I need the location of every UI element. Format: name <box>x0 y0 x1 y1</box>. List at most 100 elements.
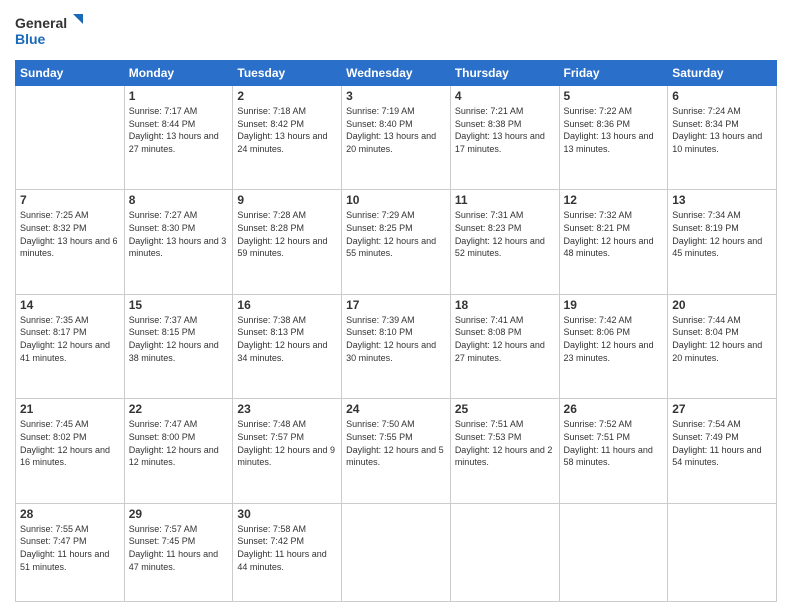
calendar-cell: 9 Sunrise: 7:28 AMSunset: 8:28 PMDayligh… <box>233 190 342 294</box>
day-info: Sunrise: 7:38 AMSunset: 8:13 PMDaylight:… <box>237 314 337 364</box>
day-info: Sunrise: 7:19 AMSunset: 8:40 PMDaylight:… <box>346 105 446 155</box>
calendar-cell <box>16 86 125 190</box>
day-info: Sunrise: 7:18 AMSunset: 8:42 PMDaylight:… <box>237 105 337 155</box>
day-info: Sunrise: 7:34 AMSunset: 8:19 PMDaylight:… <box>672 209 772 259</box>
calendar-cell: 21 Sunrise: 7:45 AMSunset: 8:02 PMDaylig… <box>16 399 125 503</box>
day-info: Sunrise: 7:57 AMSunset: 7:45 PMDaylight:… <box>129 523 229 573</box>
calendar-cell: 1 Sunrise: 7:17 AMSunset: 8:44 PMDayligh… <box>124 86 233 190</box>
day-number: 29 <box>129 507 229 521</box>
day-number: 5 <box>564 89 664 103</box>
calendar-week-row: 28 Sunrise: 7:55 AMSunset: 7:47 PMDaylig… <box>16 503 777 601</box>
day-info: Sunrise: 7:58 AMSunset: 7:42 PMDaylight:… <box>237 523 337 573</box>
day-number: 24 <box>346 402 446 416</box>
day-info: Sunrise: 7:45 AMSunset: 8:02 PMDaylight:… <box>20 418 120 468</box>
calendar-cell: 25 Sunrise: 7:51 AMSunset: 7:53 PMDaylig… <box>450 399 559 503</box>
day-number: 4 <box>455 89 555 103</box>
calendar-cell: 29 Sunrise: 7:57 AMSunset: 7:45 PMDaylig… <box>124 503 233 601</box>
calendar-cell: 22 Sunrise: 7:47 AMSunset: 8:00 PMDaylig… <box>124 399 233 503</box>
day-number: 22 <box>129 402 229 416</box>
day-info: Sunrise: 7:32 AMSunset: 8:21 PMDaylight:… <box>564 209 664 259</box>
calendar-cell: 23 Sunrise: 7:48 AMSunset: 7:57 PMDaylig… <box>233 399 342 503</box>
calendar-cell: 27 Sunrise: 7:54 AMSunset: 7:49 PMDaylig… <box>668 399 777 503</box>
day-number: 27 <box>672 402 772 416</box>
calendar-cell: 6 Sunrise: 7:24 AMSunset: 8:34 PMDayligh… <box>668 86 777 190</box>
day-info: Sunrise: 7:48 AMSunset: 7:57 PMDaylight:… <box>237 418 337 468</box>
calendar-cell: 2 Sunrise: 7:18 AMSunset: 8:42 PMDayligh… <box>233 86 342 190</box>
calendar-header-wednesday: Wednesday <box>342 61 451 86</box>
page: General Blue SundayMondayTuesdayWednesda… <box>0 0 792 612</box>
day-info: Sunrise: 7:54 AMSunset: 7:49 PMDaylight:… <box>672 418 772 468</box>
day-number: 1 <box>129 89 229 103</box>
day-info: Sunrise: 7:27 AMSunset: 8:30 PMDaylight:… <box>129 209 229 259</box>
calendar-header-monday: Monday <box>124 61 233 86</box>
day-info: Sunrise: 7:29 AMSunset: 8:25 PMDaylight:… <box>346 209 446 259</box>
calendar-week-row: 21 Sunrise: 7:45 AMSunset: 8:02 PMDaylig… <box>16 399 777 503</box>
day-info: Sunrise: 7:55 AMSunset: 7:47 PMDaylight:… <box>20 523 120 573</box>
day-number: 10 <box>346 193 446 207</box>
calendar-header-row: SundayMondayTuesdayWednesdayThursdayFrid… <box>16 61 777 86</box>
day-info: Sunrise: 7:25 AMSunset: 8:32 PMDaylight:… <box>20 209 120 259</box>
calendar-cell: 17 Sunrise: 7:39 AMSunset: 8:10 PMDaylig… <box>342 294 451 398</box>
calendar-cell: 18 Sunrise: 7:41 AMSunset: 8:08 PMDaylig… <box>450 294 559 398</box>
logo-svg: General Blue <box>15 10 85 52</box>
day-number: 13 <box>672 193 772 207</box>
day-number: 2 <box>237 89 337 103</box>
day-info: Sunrise: 7:21 AMSunset: 8:38 PMDaylight:… <box>455 105 555 155</box>
day-number: 30 <box>237 507 337 521</box>
calendar-cell <box>450 503 559 601</box>
calendar-week-row: 14 Sunrise: 7:35 AMSunset: 8:17 PMDaylig… <box>16 294 777 398</box>
day-number: 12 <box>564 193 664 207</box>
day-info: Sunrise: 7:47 AMSunset: 8:00 PMDaylight:… <box>129 418 229 468</box>
calendar-cell: 3 Sunrise: 7:19 AMSunset: 8:40 PMDayligh… <box>342 86 451 190</box>
day-number: 6 <box>672 89 772 103</box>
day-number: 15 <box>129 298 229 312</box>
day-info: Sunrise: 7:44 AMSunset: 8:04 PMDaylight:… <box>672 314 772 364</box>
logo: General Blue <box>15 10 85 52</box>
day-number: 26 <box>564 402 664 416</box>
day-info: Sunrise: 7:22 AMSunset: 8:36 PMDaylight:… <box>564 105 664 155</box>
calendar-header-tuesday: Tuesday <box>233 61 342 86</box>
calendar-header-saturday: Saturday <box>668 61 777 86</box>
calendar-header-friday: Friday <box>559 61 668 86</box>
calendar-cell: 24 Sunrise: 7:50 AMSunset: 7:55 PMDaylig… <box>342 399 451 503</box>
day-number: 3 <box>346 89 446 103</box>
calendar-cell: 19 Sunrise: 7:42 AMSunset: 8:06 PMDaylig… <box>559 294 668 398</box>
day-number: 21 <box>20 402 120 416</box>
day-number: 14 <box>20 298 120 312</box>
day-info: Sunrise: 7:50 AMSunset: 7:55 PMDaylight:… <box>346 418 446 468</box>
calendar-week-row: 1 Sunrise: 7:17 AMSunset: 8:44 PMDayligh… <box>16 86 777 190</box>
day-info: Sunrise: 7:39 AMSunset: 8:10 PMDaylight:… <box>346 314 446 364</box>
day-info: Sunrise: 7:51 AMSunset: 7:53 PMDaylight:… <box>455 418 555 468</box>
calendar-cell: 16 Sunrise: 7:38 AMSunset: 8:13 PMDaylig… <box>233 294 342 398</box>
day-number: 9 <box>237 193 337 207</box>
calendar-cell: 4 Sunrise: 7:21 AMSunset: 8:38 PMDayligh… <box>450 86 559 190</box>
calendar-cell: 8 Sunrise: 7:27 AMSunset: 8:30 PMDayligh… <box>124 190 233 294</box>
day-info: Sunrise: 7:17 AMSunset: 8:44 PMDaylight:… <box>129 105 229 155</box>
day-number: 8 <box>129 193 229 207</box>
day-number: 17 <box>346 298 446 312</box>
calendar-cell: 10 Sunrise: 7:29 AMSunset: 8:25 PMDaylig… <box>342 190 451 294</box>
day-info: Sunrise: 7:37 AMSunset: 8:15 PMDaylight:… <box>129 314 229 364</box>
calendar-cell: 26 Sunrise: 7:52 AMSunset: 7:51 PMDaylig… <box>559 399 668 503</box>
calendar-header-thursday: Thursday <box>450 61 559 86</box>
day-number: 7 <box>20 193 120 207</box>
calendar-cell: 7 Sunrise: 7:25 AMSunset: 8:32 PMDayligh… <box>16 190 125 294</box>
day-info: Sunrise: 7:28 AMSunset: 8:28 PMDaylight:… <box>237 209 337 259</box>
calendar-cell <box>342 503 451 601</box>
calendar-cell: 5 Sunrise: 7:22 AMSunset: 8:36 PMDayligh… <box>559 86 668 190</box>
day-number: 25 <box>455 402 555 416</box>
calendar-cell: 20 Sunrise: 7:44 AMSunset: 8:04 PMDaylig… <box>668 294 777 398</box>
day-info: Sunrise: 7:52 AMSunset: 7:51 PMDaylight:… <box>564 418 664 468</box>
day-number: 18 <box>455 298 555 312</box>
day-info: Sunrise: 7:35 AMSunset: 8:17 PMDaylight:… <box>20 314 120 364</box>
day-number: 28 <box>20 507 120 521</box>
calendar-cell <box>559 503 668 601</box>
day-info: Sunrise: 7:31 AMSunset: 8:23 PMDaylight:… <box>455 209 555 259</box>
calendar-cell: 28 Sunrise: 7:55 AMSunset: 7:47 PMDaylig… <box>16 503 125 601</box>
day-info: Sunrise: 7:41 AMSunset: 8:08 PMDaylight:… <box>455 314 555 364</box>
calendar-table: SundayMondayTuesdayWednesdayThursdayFrid… <box>15 60 777 602</box>
calendar-cell <box>668 503 777 601</box>
day-number: 16 <box>237 298 337 312</box>
calendar-week-row: 7 Sunrise: 7:25 AMSunset: 8:32 PMDayligh… <box>16 190 777 294</box>
calendar-cell: 15 Sunrise: 7:37 AMSunset: 8:15 PMDaylig… <box>124 294 233 398</box>
